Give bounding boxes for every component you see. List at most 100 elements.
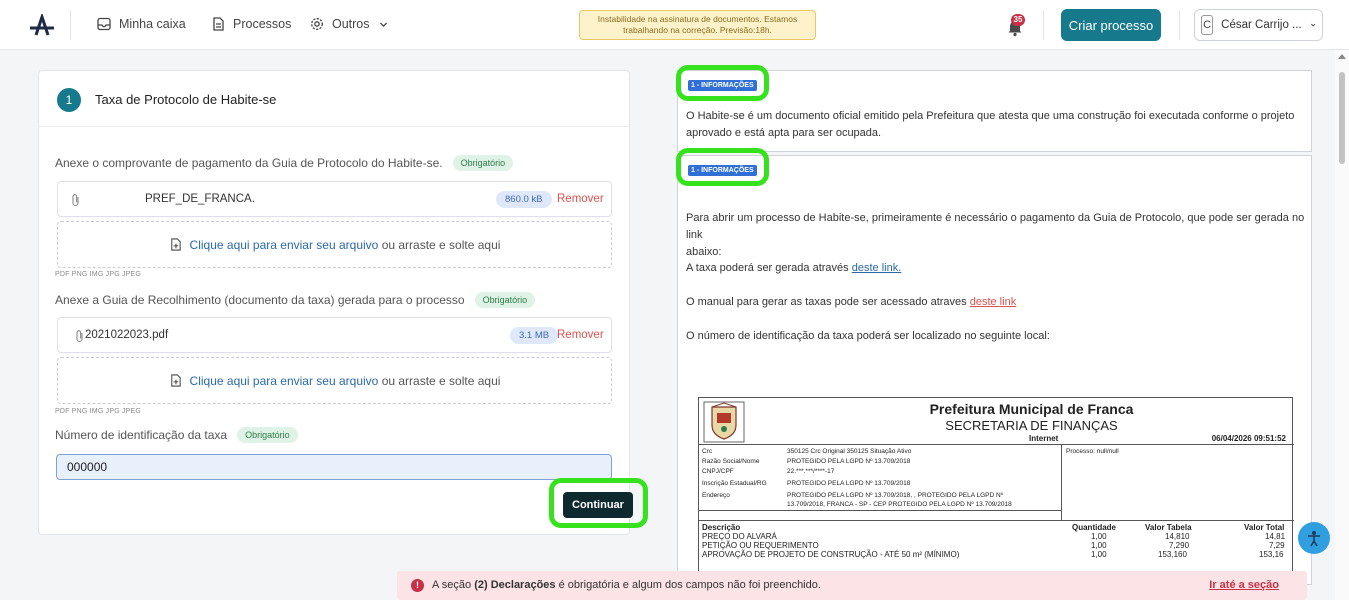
step-number: 1 <box>57 88 81 112</box>
file-dropzone[interactable]: Clique aqui para enviar seu arquivo ou a… <box>57 357 612 404</box>
step-header[interactable]: 1 Taxa de Protocolo de Habite-se <box>39 71 629 127</box>
nav-others-dropdown[interactable]: Outros <box>310 17 389 31</box>
doc-value: 22.***.***/****-17 <box>787 468 835 475</box>
doc-item-table-value: 153,160 <box>1158 550 1187 559</box>
doc-label: Crc <box>702 448 713 455</box>
doc-label: Endereço <box>702 492 730 499</box>
paperclip-icon <box>72 194 79 207</box>
doc-item-table-value: 14,810 <box>1165 532 1190 541</box>
tax-id-label: Número de identificação da taxa Obrigató… <box>55 427 298 443</box>
doc-item-desc: APROVAÇÃO DE PROJETO DE CONSTRUÇÃO - ATÉ… <box>702 550 960 559</box>
doc-item-total: 7,29 <box>1269 541 1285 550</box>
user-name: César Carrijo ... <box>1221 19 1302 31</box>
uploaded-file-row: PREF_DE_FRANCA. 860.0 kB Remover <box>57 181 612 217</box>
doc-value: 13.709/2018, FRANCA - SP - CEP PROTEGIDO… <box>787 501 1012 508</box>
tax-document-image: Prefeitura Municipal de Franca SECRETARI… <box>698 397 1294 584</box>
doc-item-desc: PREÇO DO ALVARÁ <box>702 532 777 541</box>
doc-divider <box>699 520 1294 521</box>
file-size-badge: 860.0 kB <box>496 191 552 208</box>
doc-subtitle: SECRETARIA DE FINANÇAS <box>945 418 1118 433</box>
doc-label: Inscrição Estadual/RG <box>702 480 767 487</box>
payment-proof-label: Anexe o comprovante de pagamento da Guia… <box>55 155 514 171</box>
notification-count-badge: 35 <box>1011 14 1025 26</box>
doc-value: 350125 Crc Original 350125 Situação Ativ… <box>787 448 912 455</box>
upload-link[interactable]: Clique aqui para enviar seu arquivo <box>190 238 379 252</box>
nav-inbox[interactable]: Minha caixa <box>97 17 186 31</box>
user-menu-dropdown[interactable]: C César Carrijo ... <box>1194 9 1323 41</box>
remove-file-button[interactable]: Remover <box>557 329 604 341</box>
go-to-section-link[interactable]: Ir até a seção <box>1209 579 1279 591</box>
document-icon <box>213 17 224 31</box>
info-text-line: O Habite-se é um documento oficial emiti… <box>686 110 1295 122</box>
doc-col-header: Quantidade <box>1072 523 1117 532</box>
field-label-text: Número de identificação da taxa <box>55 428 228 442</box>
continue-button[interactable]: Continuar <box>563 492 633 518</box>
doc-col-header: Descrição <box>702 523 741 532</box>
info-paragraph: O manual para gerar as taxas pode ser ac… <box>686 294 1016 311</box>
page-scrollbar[interactable] <box>1335 50 1349 600</box>
accessibility-button[interactable] <box>1298 522 1330 554</box>
info-text-line: aprovado e está apta para ser ocupada. <box>686 127 882 139</box>
nav-processes-label: Processos <box>233 17 292 31</box>
alert-message: A seção (2) Declarações é obrigatória e … <box>432 579 821 591</box>
doc-value: PROTEGIDO PELA LGPD Nº 13.709/2018, , PR… <box>787 492 1004 499</box>
doc-value: Processo: null/null <box>1066 448 1119 455</box>
step-title: Taxa de Protocolo de Habite-se <box>95 92 277 107</box>
nav-divider <box>1179 10 1180 40</box>
create-process-button[interactable]: Criar processo <box>1061 9 1161 41</box>
info-panel: 1 - INFORMAÇÕES O Habite-se é um documen… <box>677 70 1312 152</box>
field-label-text: Anexe a Guia de Recolhimento (documento … <box>55 293 465 307</box>
accessibility-icon <box>1308 531 1320 547</box>
doc-value: PROTEGIDO PELA LGPD Nº 13.709/2018 <box>787 480 911 487</box>
upload-link[interactable]: Clique aqui para enviar seu arquivo <box>190 374 379 388</box>
required-badge: Obrigatório <box>452 155 514 171</box>
doc-title: Prefeitura Municipal de Franca <box>929 401 1134 417</box>
nav-processes[interactable]: Processos <box>211 17 291 31</box>
info-panel: 1 - INFORMAÇÕES Para abrir um processo d… <box>677 155 1312 585</box>
info-section-tag: 1 - INFORMAÇÕES <box>688 80 757 91</box>
alert-icon: ! <box>411 579 424 592</box>
form-step-card: 1 Taxa de Protocolo de Habite-se Anexe o… <box>38 70 633 535</box>
dropzone-hint: ou arraste e solte aqui <box>381 373 501 388</box>
chevron-down-icon <box>379 21 387 27</box>
file-name: 2021022023.pdf <box>85 329 169 341</box>
doc-item-desc: PETIÇÃO OU REQUERIMENTO <box>702 541 819 550</box>
doc-value: PROTEGIDO PELA LGPD Nº 13.709/2018 <box>787 458 911 465</box>
top-navbar: Minha caixa Processos Outros Instabilida… <box>0 0 1349 50</box>
doc-item-total: 153,16 <box>1259 550 1284 559</box>
required-badge: Obrigatório <box>237 427 298 443</box>
remove-file-button[interactable]: Remover <box>557 193 604 205</box>
info-paragraph: Para abrir um processo de Habite-se, pri… <box>686 210 1310 261</box>
doc-datetime: 06/04/2026 09:51:52 <box>1211 434 1286 443</box>
dropzone-hint: ou arraste e solte aqui <box>381 237 501 252</box>
nav-others-label: Outros <box>332 17 370 31</box>
doc-divider <box>699 444 1294 445</box>
app-logo-icon[interactable] <box>28 14 56 36</box>
doc-label: Razão Social/Nome <box>702 458 760 465</box>
info-text: O manual para gerar as taxas pode ser ac… <box>686 296 967 308</box>
info-text-line: abaixo: <box>686 246 722 258</box>
info-section-tag: 1 - INFORMAÇÕES <box>688 165 757 176</box>
accepted-formats: PDF PNG IMG JPG JPEG <box>55 271 142 278</box>
doc-item-table-value: 7,290 <box>1169 541 1190 550</box>
avatar: C <box>1201 15 1214 35</box>
required-badge: Obrigatório <box>474 292 536 308</box>
doc-item-qty: 1,00 <box>1091 541 1107 550</box>
nav-inbox-label: Minha caixa <box>119 17 186 31</box>
tax-id-input[interactable] <box>56 454 612 480</box>
manual-link[interactable]: deste link <box>970 296 1016 308</box>
scrollbar-thumb[interactable] <box>1339 72 1345 164</box>
uploaded-file-row: 2021022023.pdf 3.1 MB Remover <box>57 317 612 353</box>
file-name: PREF_DE_FRANCA. <box>145 193 255 205</box>
info-paragraph: A taxa poderá ser gerada através deste l… <box>686 260 901 277</box>
doc-item-total: 14,81 <box>1265 532 1286 541</box>
tax-generation-link[interactable]: deste link. <box>852 262 902 274</box>
doc-item-qty: 1,00 <box>1091 550 1107 559</box>
scroll-up-arrow-icon[interactable] <box>1338 54 1346 59</box>
file-dropzone[interactable]: Clique aqui para enviar seu arquivo ou a… <box>57 221 612 268</box>
inbox-icon <box>97 17 111 31</box>
info-text: A taxa poderá ser gerada através <box>686 262 849 274</box>
field-label-text: Anexe o comprovante de pagamento da Guia… <box>55 156 443 170</box>
doc-label: CNPJ/CPF <box>702 468 734 475</box>
doc-col-header: Valor Total <box>1244 523 1285 532</box>
